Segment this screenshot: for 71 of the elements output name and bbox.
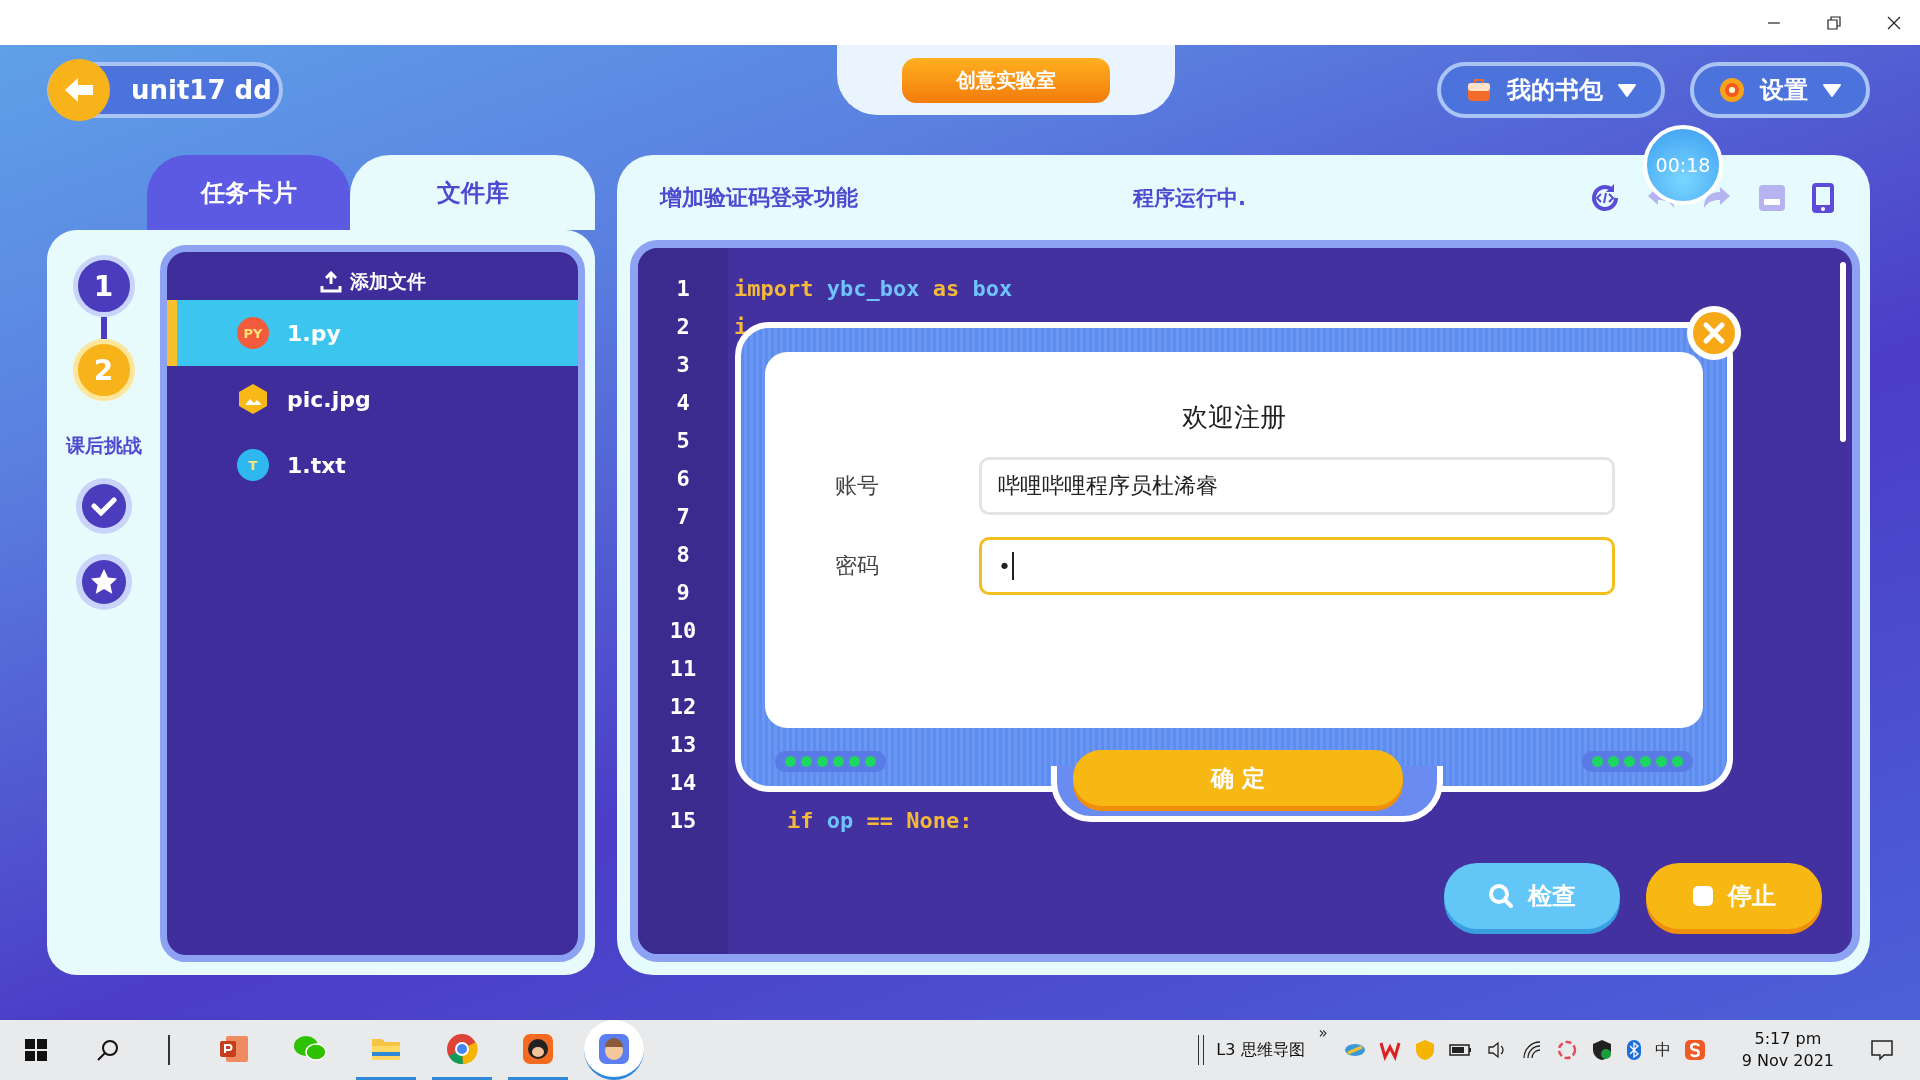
field-label: 账号: [835, 472, 880, 500]
menu-button[interactable]: 设置: [1690, 62, 1870, 118]
input-field[interactable]: •: [979, 537, 1615, 595]
input-field[interactable]: 哔哩哔哩程序员杜浠睿: [979, 457, 1615, 515]
monkey-app-icon: [522, 1032, 554, 1065]
challenge-label: 课后挑战: [65, 433, 142, 458]
search-icon: [1488, 883, 1514, 909]
close-icon[interactable]: [1886, 14, 1902, 31]
close-icon[interactable]: [1685, 304, 1743, 362]
tab[interactable]: 任务卡片: [147, 155, 350, 230]
security-shield-icon[interactable]: [1590, 1039, 1613, 1061]
input-method-indicator[interactable]: 中: [1654, 1039, 1671, 1061]
line-number: 10: [668, 618, 698, 645]
line-number: 13: [668, 732, 698, 759]
line-number: 5: [675, 428, 691, 455]
dropdown-icon: [1617, 82, 1637, 98]
line-number: 15: [668, 808, 698, 835]
line-number: 3: [675, 352, 691, 379]
line-number: 2: [675, 314, 691, 341]
lesson-title: unit17 dd: [131, 75, 272, 105]
clock[interactable]: 5:17 pm 9 Nov 2021: [1741, 1028, 1834, 1072]
windows-start-icon[interactable]: [24, 1038, 48, 1062]
upload-icon: [319, 271, 342, 293]
image-file-icon: [237, 383, 269, 415]
code-line: import ybc_box as box: [734, 276, 1013, 301]
line-number: 1: [675, 276, 691, 303]
field-label: 密码: [835, 552, 880, 580]
step-connector: [100, 317, 107, 339]
timer-tooltip: 00:18: [1643, 125, 1723, 205]
file-item[interactable]: T 1.txt: [167, 432, 578, 498]
line-number: 6: [675, 466, 691, 493]
line-number: 14: [668, 770, 698, 797]
scrollbar[interactable]: [1840, 262, 1846, 442]
sync-tray-icon[interactable]: [1555, 1039, 1578, 1061]
chat-bubbles-icon: [293, 1033, 327, 1064]
back-button[interactable]: unit17 dd: [47, 62, 283, 118]
notification-icon[interactable]: [1870, 1038, 1894, 1062]
browser-icon: [446, 1032, 478, 1065]
mascot-app-icon: [598, 1032, 630, 1065]
bag-icon: [1465, 76, 1493, 104]
restore-icon[interactable]: [1826, 14, 1842, 31]
tab[interactable]: 文件库: [350, 155, 595, 230]
menu-button[interactable]: 我的书包: [1437, 62, 1665, 118]
file-type-badge: PY: [237, 317, 269, 349]
line-number: 12: [668, 694, 698, 721]
line-number: 8: [675, 542, 691, 569]
file-item[interactable]: pic.jpg: [167, 366, 578, 432]
run-status: 程序运行中.: [1133, 184, 1246, 212]
date-text: 9 Nov 2021: [1741, 1050, 1834, 1072]
step-marker[interactable]: 1: [72, 255, 135, 317]
line-number: 7: [675, 504, 691, 531]
wifi-icon[interactable]: [1520, 1039, 1543, 1061]
line-number: 4: [675, 390, 691, 417]
bluetooth-icon[interactable]: [1625, 1039, 1642, 1061]
dialog-title: 欢迎注册: [1181, 401, 1287, 434]
add-file-button[interactable]: 添加文件: [167, 264, 578, 300]
gear-icon: [1718, 76, 1746, 104]
check-icon[interactable]: [74, 477, 133, 535]
stop-icon: [1692, 885, 1714, 907]
time-text: 5:17 pm: [1754, 1028, 1822, 1050]
keyboard-app-icon[interactable]: [1683, 1039, 1706, 1061]
code-line: if op == None:: [785, 808, 973, 833]
dropdown-icon: [1822, 82, 1842, 98]
overflow-chevron[interactable]: »: [1318, 1024, 1328, 1042]
task-title: 增加验证码登录功能: [660, 183, 858, 212]
file-type-badge: T: [237, 449, 269, 481]
line-number: 9: [675, 580, 691, 607]
phone-icon[interactable]: [1810, 180, 1836, 215]
toolbar-label[interactable]: L3 思维导图: [1216, 1039, 1305, 1061]
search-icon[interactable]: [96, 1038, 120, 1062]
line-number: 11: [668, 656, 698, 683]
